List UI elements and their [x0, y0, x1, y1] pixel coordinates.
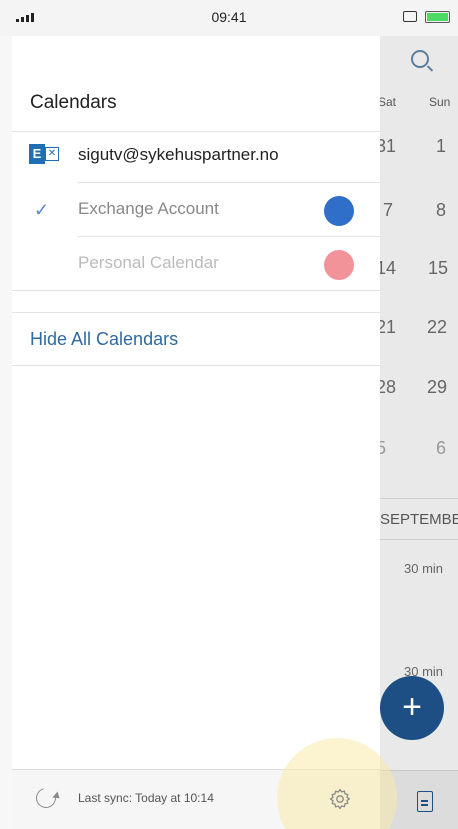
day-header-sun: Sun: [429, 95, 451, 109]
status-time: 09:41: [211, 9, 247, 25]
date-cell[interactable]: 7: [383, 200, 393, 221]
hide-all-calendars-button[interactable]: Hide All Calendars: [30, 329, 178, 350]
app-screen: 09:41 Sat Sun 31 1 7 8 14 15 21 22 28 29…: [0, 0, 458, 829]
date-cell[interactable]: 15: [428, 258, 448, 279]
date-cell[interactable]: 29: [427, 377, 447, 398]
divider: [380, 498, 458, 499]
event-duration[interactable]: 30 min: [404, 561, 443, 576]
divider: [12, 312, 380, 313]
exchange-logo-icon: E ✕: [29, 144, 59, 164]
date-cell[interactable]: 22: [427, 317, 447, 338]
battery-icon: [425, 11, 450, 23]
divider: [12, 365, 380, 366]
account-email: sigutv@sykehuspartner.no: [78, 145, 279, 164]
calendar-name: Personal Calendar: [78, 253, 219, 272]
divider: [12, 290, 380, 291]
background-calendar[interactable]: Sat Sun 31 1 7 8 14 15 21 22 28 29 5 6 S…: [376, 36, 458, 829]
checkmark-icon: ✓: [34, 200, 50, 220]
divider: [380, 539, 458, 540]
divider: [78, 182, 380, 183]
new-event-button[interactable]: +: [380, 676, 444, 740]
drawer-title: Calendars: [30, 92, 117, 113]
sync-icon[interactable]: [32, 784, 60, 812]
calendar-color-dot[interactable]: [324, 196, 354, 226]
calendar-color-dot[interactable]: [324, 250, 354, 280]
date-cell[interactable]: 8: [436, 200, 446, 221]
status-bar: 09:41: [0, 0, 458, 36]
day-header-sat: Sat: [378, 95, 397, 109]
date-cell[interactable]: 1: [436, 136, 446, 157]
document-icon[interactable]: [417, 791, 433, 812]
calendars-drawer: Calendars E ✕ sigutv@sykehuspartner.no ✓ …: [12, 36, 380, 829]
calendar-name: Exchange Account: [78, 199, 219, 218]
search-icon[interactable]: [411, 50, 429, 68]
date-cell[interactable]: 6: [436, 438, 446, 459]
month-label: SEPTEMBER: [380, 511, 458, 528]
last-sync-text: Last sync: Today at 10:14: [78, 791, 214, 805]
account-row[interactable]: E ✕ sigutv@sykehuspartner.no: [12, 132, 380, 182]
calendar-row-exchange[interactable]: ✓ Exchange Account: [12, 184, 380, 236]
divider: [78, 236, 380, 237]
gear-icon[interactable]: [328, 787, 352, 811]
calendar-row-personal[interactable]: Personal Calendar: [12, 238, 380, 290]
airplay-icon: [403, 11, 417, 22]
